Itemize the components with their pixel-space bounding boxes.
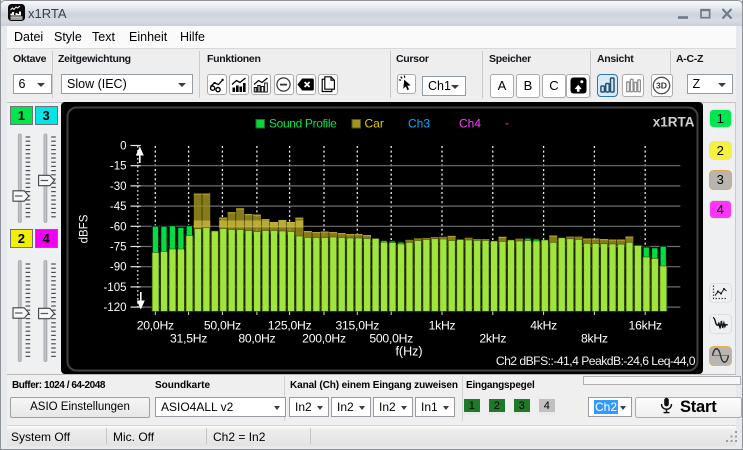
- svg-text:-30: -30: [110, 181, 127, 193]
- svg-text:50,0Hz: 50,0Hz: [204, 319, 241, 333]
- svg-text:Ch4: Ch4: [459, 117, 481, 131]
- svg-text:80,0Hz: 80,0Hz: [238, 332, 275, 346]
- svg-text:200,0Hz: 200,0Hz: [302, 332, 346, 346]
- svg-text:4kHz: 4kHz: [530, 319, 557, 333]
- svg-text:f(Hz): f(Hz): [395, 345, 422, 359]
- svg-text:Sound Profile: Sound Profile: [269, 117, 337, 131]
- svg-text:-45: -45: [110, 201, 127, 213]
- svg-text:-75: -75: [110, 242, 127, 254]
- svg-text:1kHz: 1kHz: [429, 319, 456, 333]
- svg-text:-105: -105: [103, 282, 126, 294]
- svg-text:-90: -90: [110, 262, 127, 274]
- svg-text:315,0Hz: 315,0Hz: [335, 319, 379, 333]
- svg-text:125,0Hz: 125,0Hz: [268, 319, 312, 333]
- svg-text:8kHz: 8kHz: [581, 332, 608, 346]
- svg-text:x1RTA: x1RTA: [653, 115, 695, 130]
- svg-text:16kHz: 16kHz: [629, 319, 662, 333]
- svg-text:0: 0: [120, 141, 126, 153]
- svg-text:-120: -120: [103, 302, 126, 314]
- svg-text:500,0Hz: 500,0Hz: [369, 332, 413, 346]
- svg-text:-60: -60: [110, 221, 127, 233]
- svg-text:Ch3: Ch3: [408, 117, 430, 131]
- svg-text:Ch2 dBFS::-41,4 PeakdB:-24,6 L: Ch2 dBFS::-41,4 PeakdB:-24,6 Leq-44,0: [496, 354, 696, 368]
- svg-text:dBFS: dBFS: [79, 214, 91, 243]
- svg-text:20,0Hz: 20,0Hz: [137, 319, 174, 333]
- svg-text:31,5Hz: 31,5Hz: [170, 332, 207, 346]
- svg-text:Car: Car: [365, 117, 384, 131]
- svg-text:-15: -15: [110, 161, 127, 173]
- svg-text:2kHz: 2kHz: [479, 332, 506, 346]
- svg-text:-: -: [505, 118, 509, 130]
- svg-text:3D: 3D: [656, 81, 667, 91]
